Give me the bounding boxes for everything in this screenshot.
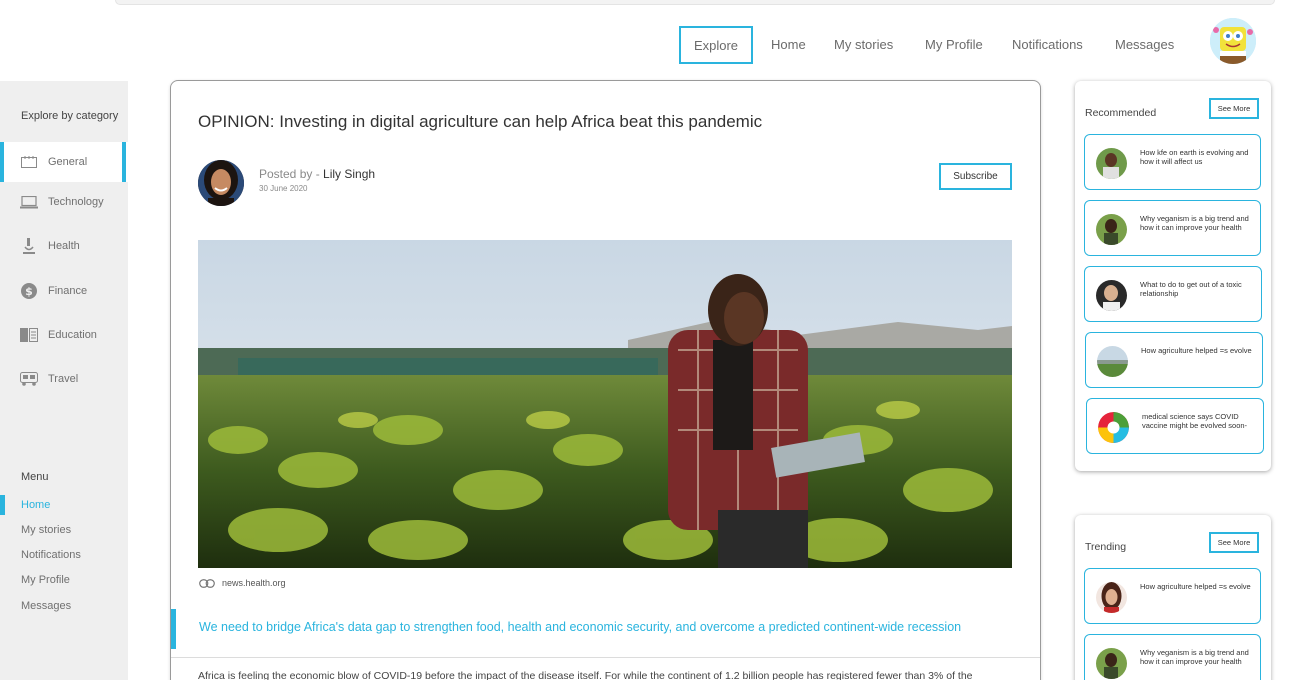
link-icon <box>199 578 215 588</box>
menu-my-profile[interactable]: My Profile <box>21 574 70 586</box>
category-finance[interactable]: $ Finance <box>0 271 128 311</box>
source-text: news.health.org <box>222 578 286 588</box>
menu-my-stories[interactable]: My stories <box>21 524 71 536</box>
story-title: How agriculture helped =s evolve <box>1140 582 1251 591</box>
nav-home[interactable]: Home <box>771 37 806 52</box>
book-icon <box>20 327 38 343</box>
category-travel[interactable]: Travel <box>0 359 128 399</box>
story-thumbnail <box>1096 214 1127 245</box>
bus-icon <box>20 371 38 387</box>
menu-messages[interactable]: Messages <box>21 600 71 612</box>
menu-home[interactable]: Home <box>21 499 50 511</box>
story-thumbnail <box>1096 280 1127 311</box>
story-title: Why veganism is a big trend and how it c… <box>1140 214 1249 232</box>
story-thumbnail <box>1096 582 1127 613</box>
article-hero-image <box>198 240 1012 568</box>
story-title: How agriculture helped =s evolve <box>1141 346 1252 355</box>
dollar-icon: $ <box>20 283 38 299</box>
laptop-icon <box>20 194 38 210</box>
category-label: General <box>48 156 88 168</box>
category-heading: Explore by category <box>21 110 119 122</box>
category-technology[interactable]: Technology <box>0 182 128 222</box>
nav-my-stories[interactable]: My stories <box>834 37 893 52</box>
browser-top-strip <box>0 0 1290 8</box>
category-label: Finance <box>48 285 88 297</box>
story-title: medical science says COVID vaccine might… <box>1142 412 1248 430</box>
story-thumbnail <box>1096 648 1127 679</box>
category-label: Education <box>48 329 97 341</box>
posted-by-prefix: Posted by - <box>259 167 324 181</box>
post-date: 30 June 2020 <box>259 184 308 193</box>
quote-accent-bar <box>171 609 176 649</box>
recommended-panel: Recommended See More How kfe on earth is… <box>1075 81 1271 471</box>
divider <box>171 657 1040 658</box>
recommended-story-4[interactable]: How agriculture helped =s evolve <box>1085 332 1263 388</box>
menu-notifications[interactable]: Notifications <box>21 549 81 561</box>
recommended-story-2[interactable]: Why veganism is a big trend and how it c… <box>1084 200 1261 256</box>
story-thumbnail <box>1096 148 1127 179</box>
story-title: How kfe on earth is evolving and how it … <box>1140 148 1249 166</box>
calendar-icon <box>20 154 38 170</box>
posted-by: Posted by - Lily Singh <box>259 167 375 181</box>
author-avatar[interactable] <box>198 160 244 206</box>
source-link[interactable]: news.health.org <box>199 578 286 588</box>
author-name[interactable]: Lily Singh <box>323 167 375 181</box>
recommended-title: Recommended <box>1085 107 1157 119</box>
story-title: What to do to get out of a toxic relatio… <box>1140 280 1242 298</box>
category-label: Travel <box>48 373 79 385</box>
category-label: Technology <box>48 196 104 208</box>
trending-story-2[interactable]: Why veganism is a big trend and how it c… <box>1084 634 1261 680</box>
nav-notifications[interactable]: Notifications <box>1012 37 1083 52</box>
tab-strip <box>115 0 1275 5</box>
nav-my-profile[interactable]: My Profile <box>925 37 983 52</box>
nav-messages[interactable]: Messages <box>1115 37 1174 52</box>
category-label: Health <box>48 240 80 252</box>
svg-text:$: $ <box>25 285 33 298</box>
subscribe-button[interactable]: Subscribe <box>939 163 1012 190</box>
trending-panel: Trending See More How agriculture helped… <box>1075 515 1271 680</box>
recommended-story-1[interactable]: How kfe on earth is evolving and how it … <box>1084 134 1261 190</box>
trending-see-more-button[interactable]: See More <box>1209 532 1259 553</box>
microscope-icon <box>20 238 38 254</box>
trending-title: Trending <box>1085 541 1127 553</box>
category-general[interactable]: General <box>0 142 128 182</box>
category-education[interactable]: Education <box>0 315 128 355</box>
category-health[interactable]: Health <box>0 226 128 266</box>
user-avatar[interactable] <box>1210 18 1256 64</box>
recommended-see-more-button[interactable]: See More <box>1209 98 1259 119</box>
article-title: OPINION: Investing in digital agricultur… <box>198 112 763 131</box>
story-thumbnail <box>1097 346 1128 377</box>
article-body: Africa is feeling the economic blow of C… <box>198 670 973 680</box>
menu-heading: Menu <box>21 471 49 483</box>
recommended-story-3[interactable]: What to do to get out of a toxic relatio… <box>1084 266 1262 322</box>
story-title: Why veganism is a big trend and how it c… <box>1140 648 1249 666</box>
nav-explore[interactable]: Explore <box>679 26 753 64</box>
story-thumbnail <box>1098 412 1129 443</box>
menu-active-indicator <box>0 495 5 515</box>
article-pull-quote: We need to bridge Africa's data gap to s… <box>199 620 962 634</box>
recommended-story-5[interactable]: medical science says COVID vaccine might… <box>1086 398 1264 454</box>
trending-story-1[interactable]: How agriculture helped =s evolve <box>1084 568 1261 624</box>
